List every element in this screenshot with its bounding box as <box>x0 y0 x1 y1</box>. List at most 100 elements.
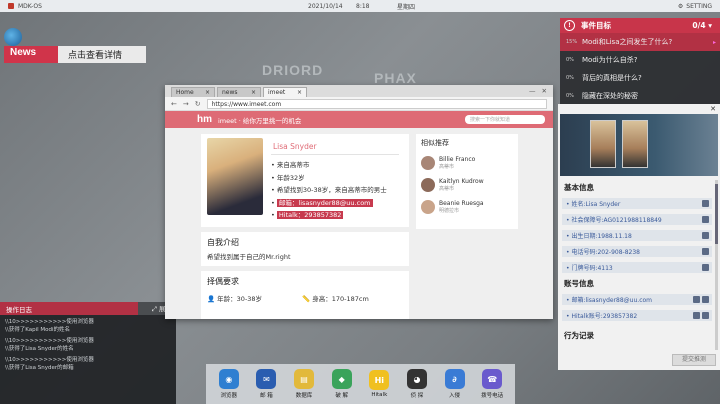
dock-app-mail[interactable]: ✉ 邮 箱 <box>249 369 283 399</box>
event-progress: 15% <box>566 39 578 45</box>
tab-label: news <box>222 89 238 96</box>
dossier-field[interactable]: • Hitalk账号:293857382 <box>562 310 712 321</box>
field-text: • 出生日期:1988.11.18 <box>566 233 632 240</box>
log-line: \\获得了Lisa Snyder的邮箱 <box>5 364 74 371</box>
dossier-field[interactable]: • 电话号码:202-908-8238 <box>562 246 712 257</box>
refresh-icon[interactable]: ↻ <box>195 100 201 108</box>
page-content: Lisa Snyder • 来自高蒂市 • 年龄32岁 • 希望找到30-38岁… <box>165 128 553 319</box>
dossier-field[interactable]: • 姓名:Lisa Snyder <box>562 198 712 209</box>
dock-app-label: 破 解 <box>335 393 349 399</box>
tab-home[interactable]: Home × <box>171 87 215 97</box>
dock-app-globe[interactable]: ◉ 浏览器 <box>212 369 246 399</box>
tab-news[interactable]: news × <box>217 87 261 97</box>
record-title: 行为记录 <box>564 331 594 340</box>
similar-person[interactable]: Billie Franco 高蒂市 <box>421 152 513 174</box>
gear-icon: ⚙ <box>677 2 684 10</box>
url-input[interactable]: https://www.imeet.com <box>206 98 547 109</box>
dock-app-hitalk[interactable]: Hi Hitalk <box>362 370 396 398</box>
log-line: \\10>>>>>>>>>>>使用浏览器 <box>5 319 94 325</box>
dock-app-crack[interactable]: ◆ 破 解 <box>325 369 359 399</box>
pin-icon[interactable] <box>702 296 709 303</box>
close-icon[interactable]: ✕ <box>710 105 716 113</box>
map-label: PHAX <box>374 70 417 86</box>
tab-close-icon[interactable]: × <box>205 89 210 96</box>
arrow-icon: ▸ <box>712 38 716 46</box>
similar-person[interactable]: Kaitlyn Kudrow 高蒂市 <box>421 174 513 196</box>
event-goal-item[interactable]: 15% Modi和Lisa之间发生了什么? ▸ <box>560 33 720 51</box>
field-text: • 邮箱:lisasnyder88@uu.com <box>566 297 653 304</box>
profile-photo <box>207 138 263 215</box>
avatar <box>421 200 435 214</box>
map-label: DRIORD <box>262 62 324 78</box>
dossier-scrollbar[interactable] <box>715 180 718 350</box>
intro-card: 自我介绍 希望找到属于自己的Mr.right <box>201 232 409 266</box>
dock-app-label: 侦 探 <box>410 393 424 399</box>
event-goal-item[interactable]: 0% Modi为什么自杀? <box>560 51 720 69</box>
site-search-input[interactable]: 搜索一下你就知道 <box>465 115 545 124</box>
event-progress: 0% <box>566 93 574 99</box>
log-entries: \\10>>>>>>>>>>>使用浏览器 \\获得了Kapil Modi的姓名 \\… <box>0 315 176 380</box>
similar-person[interactable]: Beanie Ruesga 明德拉市 <box>421 196 513 218</box>
event-progress: 0% <box>566 57 574 63</box>
tab-imeet[interactable]: imeet × <box>263 87 307 97</box>
profile-wish: 希望找到30-38岁，来自高蒂市的男士 <box>276 186 387 194</box>
system-top-bar: MDK-OS 2021/10/14 8:18 星期四 ⚙ SETTING <box>0 0 720 12</box>
event-text: 背后的真相是什么? <box>582 74 642 82</box>
profile-age: 年龄32岁 <box>276 173 305 182</box>
person-city: 高蒂市 <box>439 164 455 170</box>
dock-app-label: 浏览器 <box>220 393 238 399</box>
event-goal-item[interactable]: 0% 隐藏在深处的秘密 <box>560 87 720 105</box>
pin-icon[interactable] <box>702 232 709 239</box>
event-text: Modi和Lisa之间发生了什么? <box>582 38 673 46</box>
dock-app-phone[interactable]: ☎ 拨号电话 <box>475 369 509 399</box>
log-entry: \\10>>>>>>>>>>>使用浏览器 \\获得了Kapil Modi的姓名 <box>5 319 171 334</box>
dock-app-label: Hitalk <box>371 392 388 398</box>
edit-icon[interactable] <box>693 296 700 303</box>
pin-icon[interactable] <box>702 216 709 223</box>
pin-icon[interactable] <box>702 200 709 207</box>
similar-recommend-card: 相似推荐 Billie Franco 高蒂市 Kaitlyn Kudrow 高蒂市 Be… <box>416 134 518 229</box>
back-icon[interactable]: ← <box>171 100 177 108</box>
pin-icon[interactable] <box>702 264 709 271</box>
dossier-field[interactable]: • 邮箱:lisasnyder88@uu.com <box>562 294 712 305</box>
suspect-portrait[interactable] <box>622 120 648 168</box>
news-banner[interactable]: News 点击查看详情 <box>4 46 146 63</box>
event-text: Modi为什么自杀? <box>582 56 638 64</box>
dock-app-hack[interactable]: ∂ 入侵 <box>438 369 472 399</box>
minimize-icon[interactable]: — <box>529 87 536 95</box>
avatar <box>421 156 435 170</box>
edit-icon[interactable] <box>693 312 700 319</box>
profile-email[interactable]: 邮箱：lisasnyder88@uu.com <box>276 198 373 207</box>
pin-icon[interactable] <box>702 312 709 319</box>
dock-app-detective[interactable]: ◕ 侦 探 <box>400 369 434 399</box>
event-goal-item[interactable]: 0% 背后的真相是什么? <box>560 69 720 87</box>
tab-close-icon[interactable]: × <box>251 89 256 96</box>
forward-icon[interactable]: → <box>183 100 189 108</box>
close-icon[interactable]: ✕ <box>542 87 547 95</box>
field-text: • 门牌号码:4113 <box>566 265 613 272</box>
dossier-field[interactable]: • 门牌号码:4113 <box>562 262 712 273</box>
tab-close-icon[interactable]: × <box>297 89 302 96</box>
tab-label: imeet <box>268 89 286 96</box>
suspect-portrait[interactable] <box>590 120 616 168</box>
submit-guess-button[interactable]: 提交推测 <box>672 354 716 366</box>
setting-button[interactable]: ⚙ SETTING <box>678 3 712 10</box>
pin-icon[interactable] <box>702 248 709 255</box>
phone-icon: ☎ <box>482 369 503 389</box>
dock-app-database[interactable]: ▤ 数据库 <box>287 369 321 399</box>
profile-hitalk[interactable]: Hitalk：293857382 <box>276 211 344 219</box>
age-requirement: 👤 年龄：30-38岁 <box>207 295 263 303</box>
news-detail-link[interactable]: 点击查看详情 <box>58 46 146 63</box>
event-text: 隐藏在深处的秘密 <box>582 92 638 100</box>
dossier-field[interactable]: • 出生日期:1988.11.18 <box>562 230 712 241</box>
log-line: \\获得了Kapil Modi的姓名 <box>5 326 71 333</box>
log-line: \\10>>>>>>>>>>>使用浏览器 <box>5 338 94 344</box>
divider <box>271 154 399 155</box>
intro-text: 希望找到属于自己的Mr.right <box>207 253 291 261</box>
event-progress: 0% <box>566 75 574 81</box>
operation-log-panel: 操作日志 ⤢ 展开 \\10>>>>>>>>>>>使用浏览器\\获得了Kapil… <box>0 302 176 404</box>
site-logo[interactable]: hm <box>197 114 212 125</box>
field-text: • 姓名:Lisa Snyder <box>566 201 621 208</box>
dossier-field[interactable]: • 社会保障号:AG0121988118849 <box>562 214 712 225</box>
person-name: Beanie Ruesga <box>439 200 484 207</box>
